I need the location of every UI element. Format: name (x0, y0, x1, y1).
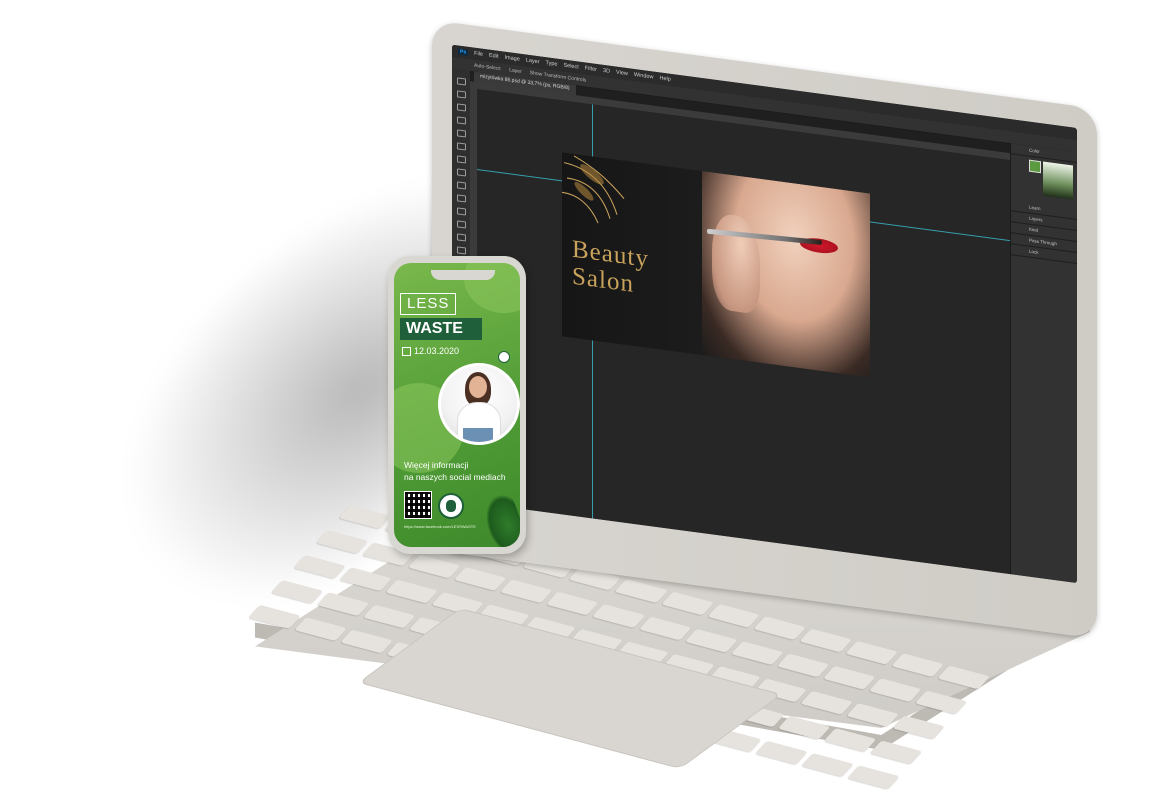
facebook-link[interactable]: https://www.facebook.com/LESSWASTE (404, 524, 476, 529)
keyboard-key (316, 592, 370, 617)
palm-leaf-icon (478, 490, 520, 547)
keyboard-key (294, 617, 348, 642)
tool-icon[interactable] (456, 155, 466, 164)
keyboard-key (846, 703, 899, 727)
keyboard-key (340, 629, 394, 654)
menu-help[interactable]: Help (659, 75, 670, 83)
decorative-dot (498, 351, 510, 363)
keyboard-key (777, 715, 831, 740)
beauty-salon-title: Beauty Salon (572, 236, 649, 300)
phone-notch (431, 270, 495, 280)
calendar-icon (402, 347, 411, 357)
keyboard-key (293, 554, 347, 579)
laptop-lid: Ps File Edit Image Layer Type Select Fil… (432, 20, 1097, 639)
menu-file[interactable]: File (474, 51, 483, 58)
keyboard-key (385, 579, 439, 604)
tool-icon[interactable] (456, 207, 466, 216)
info-line-2: na naszych social mediach (404, 472, 506, 482)
keyboard-key (868, 678, 922, 702)
menu-window[interactable]: Window (634, 72, 654, 81)
menu-select[interactable]: Select (563, 63, 578, 71)
event-date: 12.03.2020 (402, 346, 460, 357)
menu-view[interactable]: View (616, 70, 628, 78)
tool-icon[interactable] (456, 194, 466, 203)
qr-code-icon[interactable] (404, 491, 432, 519)
keyboard-key (800, 690, 853, 715)
info-text: Więcej informacji na naszych social medi… (404, 459, 506, 483)
brand-badge-icon (438, 493, 464, 519)
keyboard-key (454, 566, 507, 591)
keyboard-key (914, 690, 968, 715)
keyboard-key (869, 740, 923, 765)
tool-icon[interactable] (456, 142, 466, 151)
keyboard-key (315, 529, 369, 554)
keyboard-key (755, 740, 808, 765)
tool-icon[interactable] (456, 168, 466, 177)
laptop-screen: Ps File Edit Image Layer Type Select Fil… (452, 44, 1077, 584)
auto-select-checkbox[interactable]: Auto-Select: (474, 63, 501, 73)
keyboard-key (546, 591, 599, 616)
menu-type[interactable]: Type (546, 60, 558, 68)
tool-icon[interactable] (456, 103, 466, 112)
keyboard-key (847, 765, 900, 790)
tool-icon[interactable] (456, 233, 466, 242)
auto-select-target[interactable]: Layer (509, 67, 522, 75)
waste-label: WASTE (400, 318, 482, 340)
tool-icon[interactable] (456, 116, 466, 125)
color-picker-field[interactable] (1043, 161, 1073, 200)
tool-icon[interactable] (456, 77, 466, 86)
menu-edit[interactable]: Edit (489, 53, 498, 60)
keyboard-key (730, 641, 784, 665)
woman-photo (438, 363, 520, 445)
keyboard-key (362, 604, 416, 629)
keyboard-key (822, 665, 876, 690)
keyboard-key (407, 554, 461, 579)
keyboard-key (248, 604, 301, 629)
tool-icon[interactable] (456, 129, 466, 138)
tool-icon[interactable] (456, 181, 466, 190)
keyboard-key (776, 653, 830, 678)
mockup-stage: Ps File Edit Image Layer Type Select Fil… (0, 0, 1174, 790)
woman-jeans (463, 428, 493, 442)
keyboard-key (684, 628, 738, 653)
gold-leaf-icon (562, 155, 625, 224)
keyboard-key (892, 715, 945, 740)
keyboard-key (339, 567, 393, 592)
event-date-text: 12.03.2020 (414, 346, 460, 356)
menu-filter[interactable]: Filter (585, 65, 597, 73)
tool-icon[interactable] (456, 246, 466, 255)
photoshop-logo-icon: Ps (458, 48, 469, 56)
foreground-color-swatch[interactable] (1029, 159, 1041, 174)
keyboard-key (500, 579, 553, 604)
woman-head (469, 376, 487, 398)
photoshop-panels: Color Learn Layers Kind Pass Through Loc… (1010, 143, 1077, 584)
keyboard-key (270, 579, 324, 604)
menu-layer[interactable]: Layer (526, 58, 540, 66)
less-label: LESS (400, 293, 457, 315)
phone-screen: LESS WASTE 12.03.2020 Więcej informacji … (394, 263, 520, 547)
smartphone: LESS WASTE 12.03.2020 Więcej informacji … (388, 256, 526, 554)
keyboard-key (823, 728, 877, 752)
keyboard-key (592, 604, 645, 628)
tool-icon[interactable] (456, 220, 466, 229)
menu-image[interactable]: Image (504, 55, 519, 63)
keyboard-key (638, 616, 692, 641)
tool-icon[interactable] (456, 90, 466, 99)
info-line-1: Więcej informacji (404, 460, 469, 470)
keyboard-key (801, 752, 854, 777)
menu-3d[interactable]: 3D (603, 68, 610, 75)
